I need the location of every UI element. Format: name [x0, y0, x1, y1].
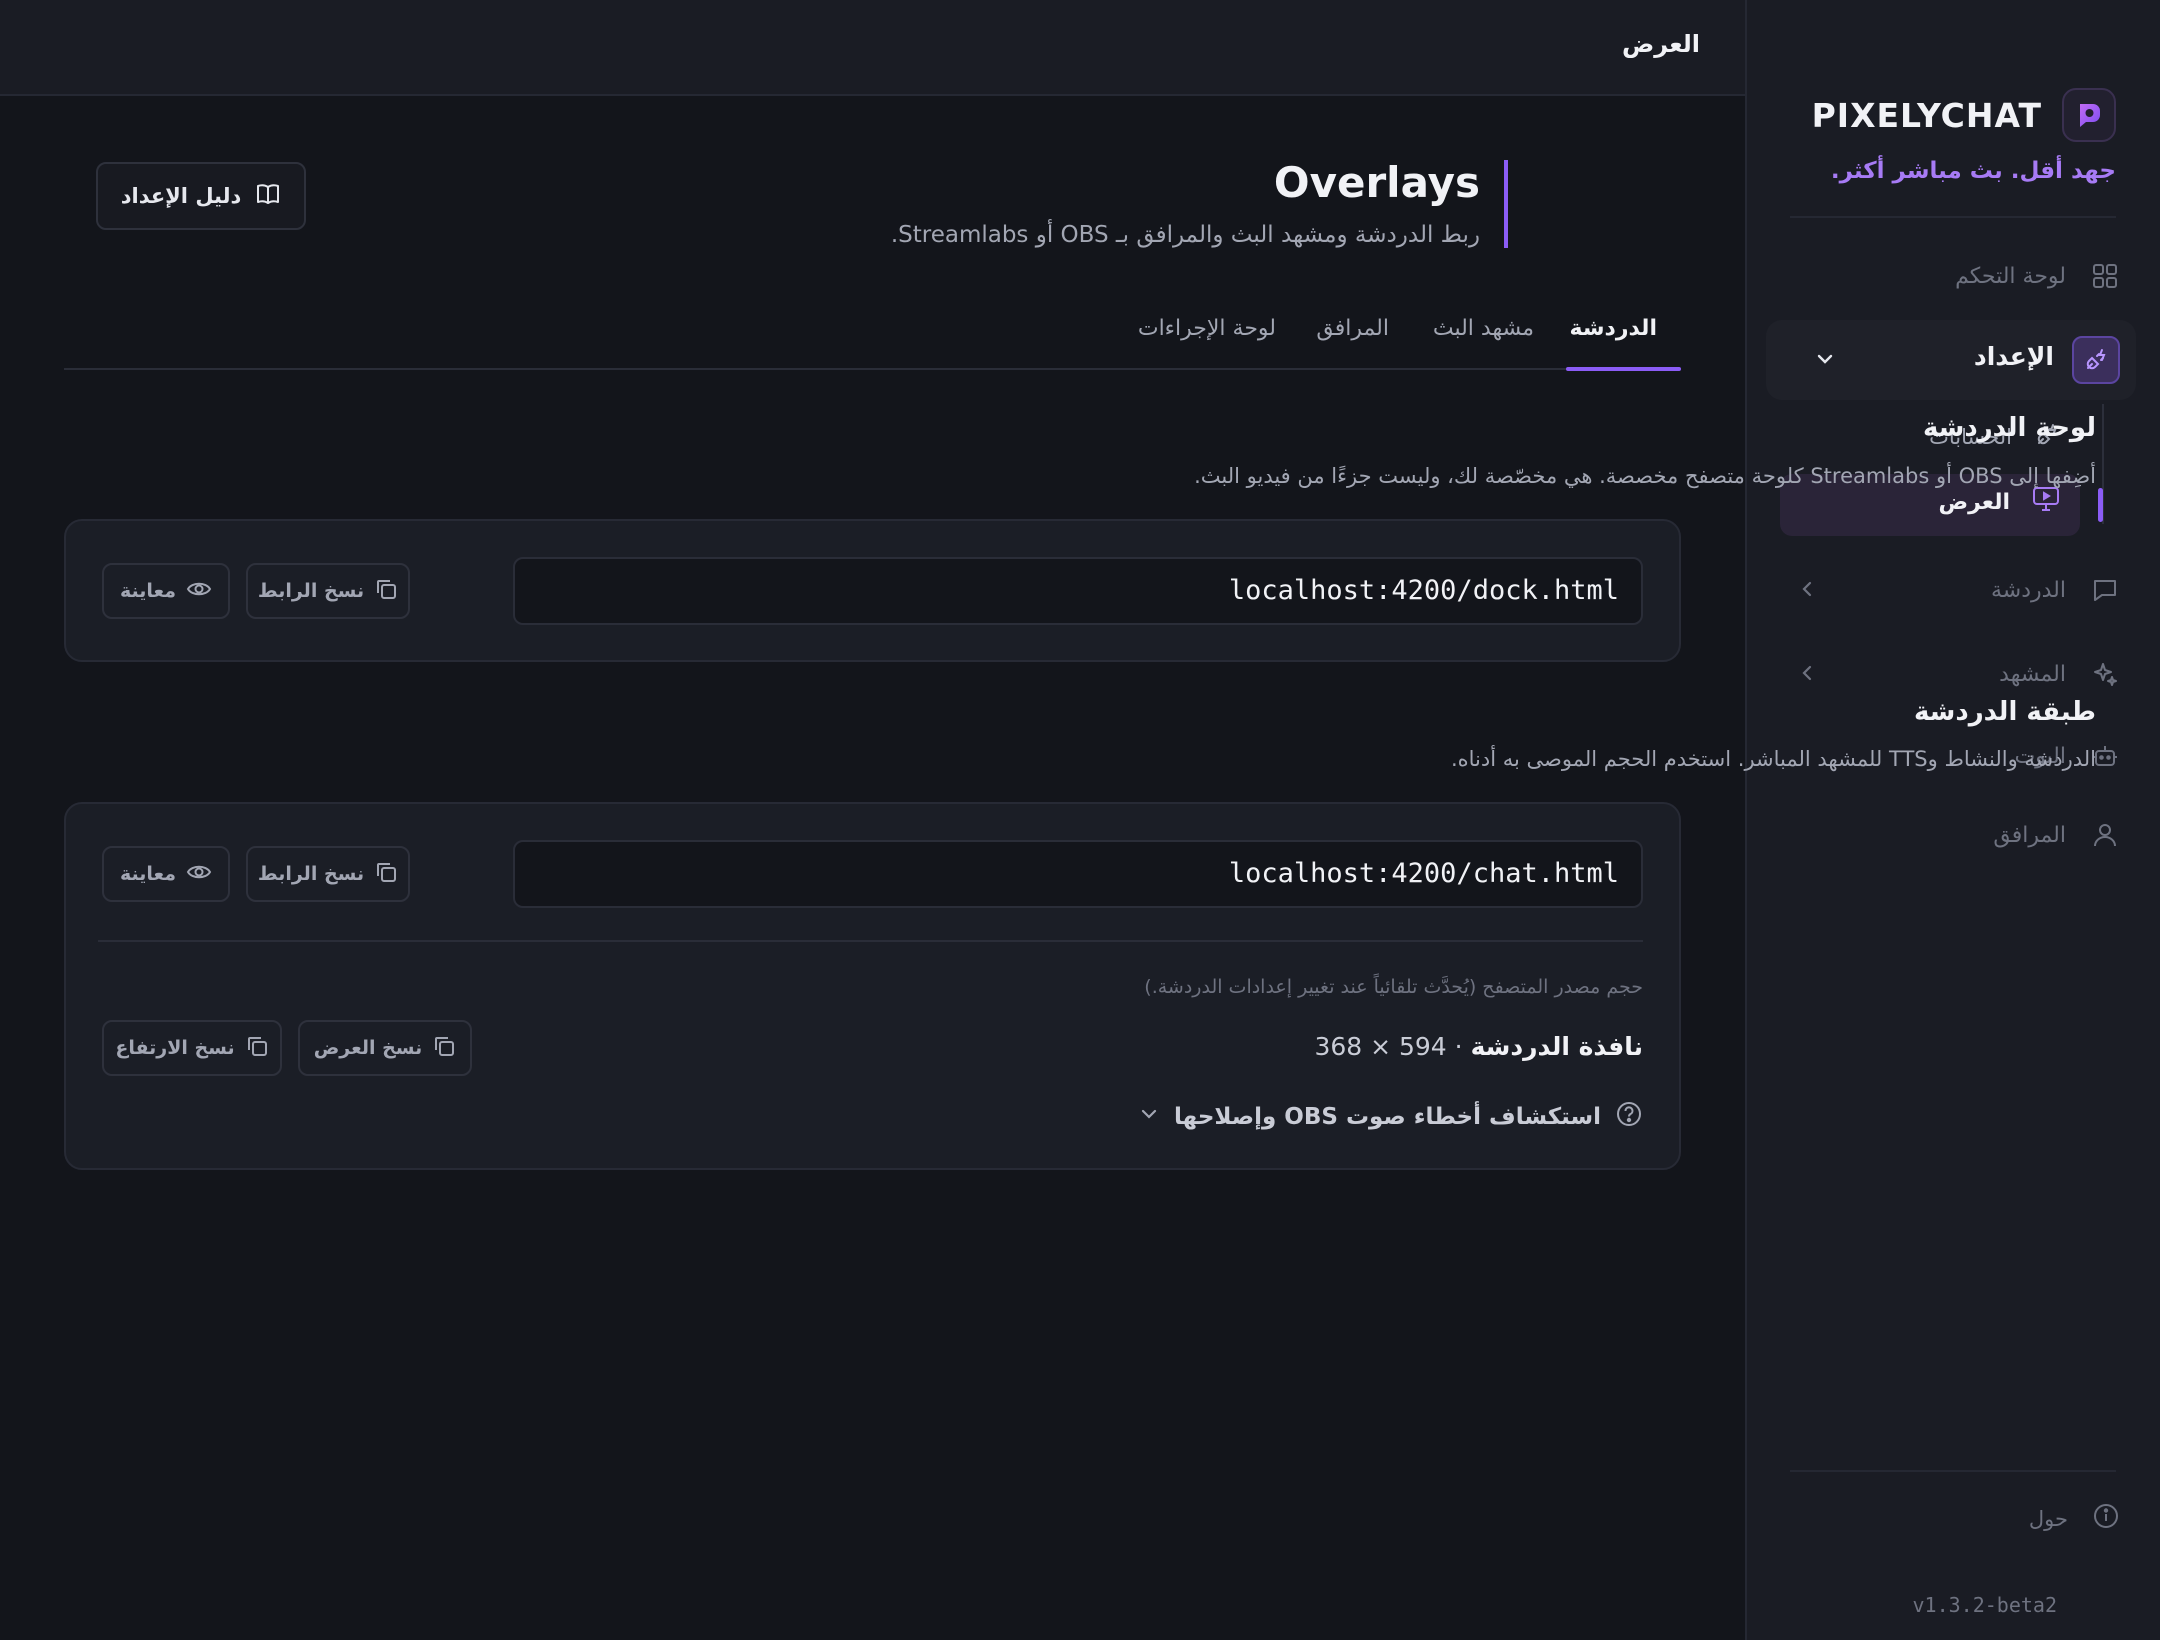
dock-url-field[interactable]: localhost:4200/dock.html — [513, 557, 1643, 625]
plug-icon — [2072, 336, 2120, 384]
button-label: معاينة — [119, 580, 177, 602]
button-label: نسخ الرابط — [257, 580, 365, 602]
tab-chat[interactable]: الدردشة — [1570, 316, 1657, 368]
copy-icon — [374, 860, 398, 889]
dock-section-title: لوحة الدردشة — [1923, 413, 2096, 443]
active-indicator — [2098, 488, 2103, 522]
sidebar-item-utilities[interactable]: المرافق — [1780, 805, 2120, 865]
chat-window-dimensions: · 594 × 368 — [1314, 1032, 1463, 1061]
sidebar-divider — [1790, 216, 2116, 218]
grid-icon — [2090, 261, 2120, 291]
top-bar: العرض — [0, 0, 1745, 96]
sidebar-item-chat[interactable]: الدردشة — [1780, 560, 2120, 620]
sidebar-item-label: الإعداد — [1973, 342, 2054, 371]
setup-guide-button[interactable]: دليل الإعداد — [96, 162, 306, 230]
brand[interactable]: PIXELYCHAT — [1812, 88, 2116, 142]
info-icon — [2092, 1502, 2120, 1535]
overlay-section-description: الدردشة والنشاط وTTS للمشهد المباشر. است… — [1450, 747, 2096, 771]
button-label: نسخ العرض — [313, 1037, 423, 1059]
version-label: v1.3.2-beta2 — [1912, 1593, 2058, 1617]
help-circle-icon — [1615, 1100, 1643, 1134]
button-label: نسخ الارتفاع — [115, 1037, 235, 1059]
sidebar-item-label: لوحة التحكم — [1955, 263, 2066, 289]
tab-label: مشهد البث — [1432, 316, 1534, 341]
copy-icon — [432, 1034, 456, 1063]
chevron-down-icon — [1814, 348, 1836, 374]
dock-url-text: localhost:4200/dock.html — [1228, 575, 1619, 606]
button-label: نسخ الرابط — [257, 863, 365, 885]
browser-source-size-note: حجم مصدر المتصفح (يُحدَّث تلقائياً عند ت… — [1144, 976, 1643, 998]
obs-audio-troubleshoot-toggle[interactable]: استكشاف أخطاء صوت OBS وإصلاحها — [1138, 1100, 1643, 1134]
dock-section-description: أضِفها إلى OBS أو Streamlabs كلوحة متصفح… — [1194, 464, 2096, 488]
app-root: PIXELYCHAT جهد أقل. بث مباشر أكثر. لوحة … — [0, 0, 2160, 1640]
dock-copy-link-button[interactable]: نسخ الرابط — [246, 563, 410, 619]
sidebar: PIXELYCHAT جهد أقل. بث مباشر أكثر. لوحة … — [1745, 0, 2160, 1640]
overlay-preview-button[interactable]: معاينة — [102, 846, 230, 902]
overlay-copy-link-button[interactable]: نسخ الرابط — [246, 846, 410, 902]
troubleshoot-label: استكشاف أخطاء صوت OBS وإصلاحها — [1174, 1104, 1601, 1130]
active-tab-indicator — [1566, 367, 1681, 371]
sidebar-item-label: المرافق — [1993, 822, 2066, 848]
chevron-left-icon — [1796, 578, 1818, 606]
overlay-url-text: localhost:4200/chat.html — [1228, 858, 1619, 889]
sidebar-item-dashboard[interactable]: لوحة التحكم — [1780, 246, 2120, 306]
chat-window-size: نافذة الدردشة · 594 × 368 — [1314, 1032, 1643, 1061]
dock-card: localhost:4200/dock.html نسخ الرابط معاي… — [64, 519, 1681, 662]
sidebar-item-label: المشهد — [1999, 661, 2066, 687]
overlay-section-title: طبقة الدردشة — [1914, 697, 2096, 727]
tab-stream-scene[interactable]: مشهد البث — [1433, 316, 1534, 368]
brand-name: PIXELYCHAT — [1811, 95, 2042, 135]
sidebar-subitem-label: العرض — [1938, 489, 2011, 515]
brand-tagline: جهد أقل. بث مباشر أكثر. — [1830, 158, 2116, 184]
overlay-tabs: الدردشة مشهد البث المرافق لوحة الإجراءات — [64, 310, 1681, 371]
tab-label: المرافق — [1316, 316, 1389, 341]
message-square-icon — [2090, 575, 2120, 605]
tab-actions-panel[interactable]: لوحة الإجراءات — [1138, 316, 1276, 368]
page-title: Overlays — [1273, 158, 1480, 207]
overlay-url-field[interactable]: localhost:4200/chat.html — [513, 840, 1643, 908]
eye-icon — [186, 862, 212, 887]
tab-utilities[interactable]: المرافق — [1316, 316, 1389, 368]
tab-label: الدردشة — [1569, 316, 1657, 341]
sidebar-item-scene[interactable]: المشهد — [1780, 644, 2120, 704]
header-title: العرض — [1622, 30, 1700, 58]
user-icon — [2090, 820, 2120, 850]
dock-preview-button[interactable]: معاينة — [102, 563, 230, 619]
sidebar-item-setup[interactable]: الإعداد — [1766, 320, 2136, 400]
sidebar-divider — [1790, 1470, 2116, 1472]
chevron-left-icon — [1796, 662, 1818, 690]
sparkles-icon — [2090, 659, 2120, 689]
sidebar-item-about[interactable]: حول — [2029, 1502, 2120, 1535]
sidebar-item-label: حول — [2028, 1506, 2068, 1531]
page-heading: Overlays ربط الدردشة ومشهد البث والمرافق… — [890, 158, 1508, 248]
chevron-down-icon — [1138, 1103, 1160, 1131]
copy-height-button[interactable]: نسخ الارتفاع — [102, 1020, 282, 1076]
monitor-play-icon — [2032, 486, 2060, 518]
eye-icon — [186, 579, 212, 604]
copy-width-button[interactable]: نسخ العرض — [298, 1020, 472, 1076]
page-subtitle: ربط الدردشة ومشهد البث والمرافق بـ OBS أ… — [890, 222, 1480, 248]
pixelychat-logo-icon — [2062, 88, 2116, 142]
copy-icon — [245, 1034, 269, 1063]
copy-icon — [374, 577, 398, 606]
card-divider — [98, 940, 1643, 942]
setup-guide-label: دليل الإعداد — [120, 184, 242, 208]
book-open-icon — [255, 182, 281, 211]
chat-window-label: نافذة الدردشة — [1470, 1032, 1643, 1061]
sidebar-item-label: الدردشة — [1990, 577, 2066, 603]
overlay-card: localhost:4200/chat.html نسخ الرابط معاي… — [64, 802, 1681, 1170]
tab-label: لوحة الإجراءات — [1137, 316, 1276, 341]
button-label: معاينة — [119, 863, 177, 885]
